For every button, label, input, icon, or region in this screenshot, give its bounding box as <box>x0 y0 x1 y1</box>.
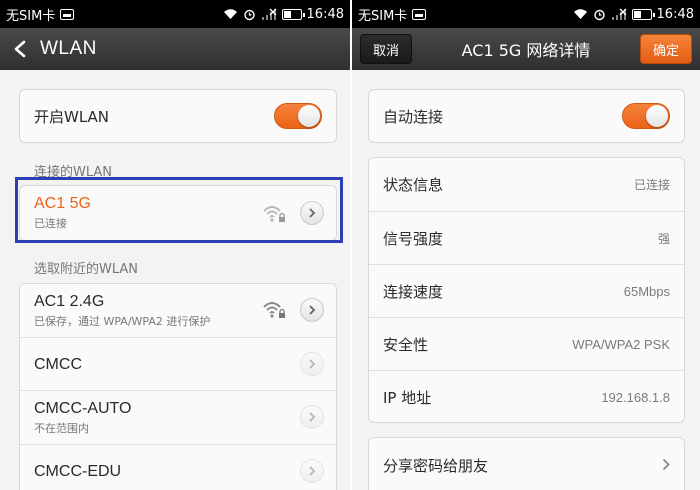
confirm-button[interactable]: 确定 <box>639 34 692 64</box>
wifi-icon <box>573 9 587 19</box>
highlight-box <box>15 177 343 243</box>
list-item[interactable]: AC1 2.4G 已保存，通过 WPA/WPA2 进行保护 <box>20 284 336 337</box>
detail-value: 65Mbps <box>623 284 670 299</box>
alarm-icon <box>243 9 255 20</box>
alarm-icon <box>593 9 605 20</box>
detail-value: 强 <box>657 232 670 246</box>
nearby-networks-card: AC1 2.4G 已保存，通过 WPA/WPA2 进行保护 CMCC CMCC-… <box>19 283 337 490</box>
signal-icon <box>611 8 626 20</box>
network-details-button[interactable] <box>300 405 324 429</box>
network-details-button[interactable] <box>300 352 324 376</box>
clock: 16:48 <box>656 6 694 22</box>
detail-row-ip: IP 地址 192.168.1.8 <box>369 371 684 424</box>
wlan-list-screen: 无SIM卡 16:48 WLAN 开启WLAN 连接的WLAN AC1 5G 已… <box>0 0 350 490</box>
sim-icon <box>60 8 75 20</box>
auto-connect-switch[interactable] <box>622 103 670 129</box>
detail-value: 已连接 <box>633 178 670 192</box>
clock: 16:48 <box>306 6 344 22</box>
back-arrow-icon[interactable] <box>0 28 40 70</box>
switch-knob <box>646 105 668 127</box>
detail-value: 192.168.1.8 <box>601 390 670 405</box>
page-title: WLAN <box>40 38 97 59</box>
share-password-row[interactable]: 分享密码给朋友 <box>369 438 684 490</box>
wlan-toggle-card: 开启WLAN <box>19 89 337 143</box>
network-name: CMCC <box>34 355 82 373</box>
wifi-lock-icon <box>263 302 285 318</box>
network-sub: 已保存，通过 WPA/WPA2 进行保护 <box>34 314 211 328</box>
detail-value: WPA/WPA2 PSK <box>572 337 670 352</box>
network-name: AC1 2.4G <box>34 292 105 310</box>
list-item[interactable]: CMCC-AUTO 不在范围内 <box>20 391 336 444</box>
auto-connect-row[interactable]: 自动连接 <box>369 90 684 142</box>
wifi-icon <box>223 9 237 19</box>
share-card: 分享密码给朋友 <box>368 437 685 490</box>
battery-icon <box>631 8 655 20</box>
detail-row-speed: 连接速度 65Mbps <box>369 265 684 318</box>
detail-label: 连接速度 <box>383 283 444 301</box>
network-sub: 不在范围内 <box>34 421 89 435</box>
title-bar: WLAN <box>0 28 350 70</box>
network-name: CMCC-EDU <box>34 462 122 480</box>
auto-connect-card: 自动连接 <box>368 89 685 143</box>
carrier-text: 无SIM卡 <box>358 8 408 24</box>
detail-label: 状态信息 <box>383 176 444 194</box>
details-card: 状态信息 已连接 信号强度 强 连接速度 65Mbps 安全性 WPA/WPA2… <box>368 157 685 423</box>
wlan-toggle-row[interactable]: 开启WLAN <box>20 90 336 142</box>
wlan-switch[interactable] <box>274 103 322 129</box>
switch-knob <box>298 105 320 127</box>
chevron-right-icon <box>662 458 670 471</box>
network-name: CMCC-AUTO <box>34 399 132 417</box>
detail-row-security: 安全性 WPA/WPA2 PSK <box>369 318 684 371</box>
battery-icon <box>281 8 305 20</box>
nearby-section-header: 选取附近的WLAN <box>34 262 139 277</box>
auto-connect-label: 自动连接 <box>383 107 444 126</box>
network-details-button[interactable] <box>300 298 324 322</box>
list-item[interactable]: CMCC <box>20 338 336 391</box>
title-bar: AC1 5G 网络详情 取消 确定 <box>352 28 700 70</box>
detail-label: 信号强度 <box>383 230 444 248</box>
share-password-label: 分享密码给朋友 <box>383 456 489 475</box>
wlan-toggle-label: 开启WLAN <box>34 107 110 126</box>
network-details-button[interactable] <box>300 459 324 483</box>
detail-label: 安全性 <box>383 336 429 354</box>
detail-label: IP 地址 <box>383 389 432 407</box>
status-bar: 无SIM卡 16:48 <box>0 0 350 28</box>
status-bar: 无SIM卡 16:48 <box>352 0 700 28</box>
cancel-button[interactable]: 取消 <box>360 34 413 64</box>
list-item[interactable]: CMCC-EDU <box>20 445 336 490</box>
signal-icon <box>261 8 276 20</box>
detail-row-status: 状态信息 已连接 <box>369 158 684 211</box>
network-details-screen: 无SIM卡 16:48 AC1 5G 网络详情 取消 确定 自动连接 状态信息 … <box>352 0 700 490</box>
detail-row-signal: 信号强度 强 <box>369 212 684 265</box>
sim-icon <box>412 8 427 20</box>
carrier-text: 无SIM卡 <box>6 8 56 24</box>
